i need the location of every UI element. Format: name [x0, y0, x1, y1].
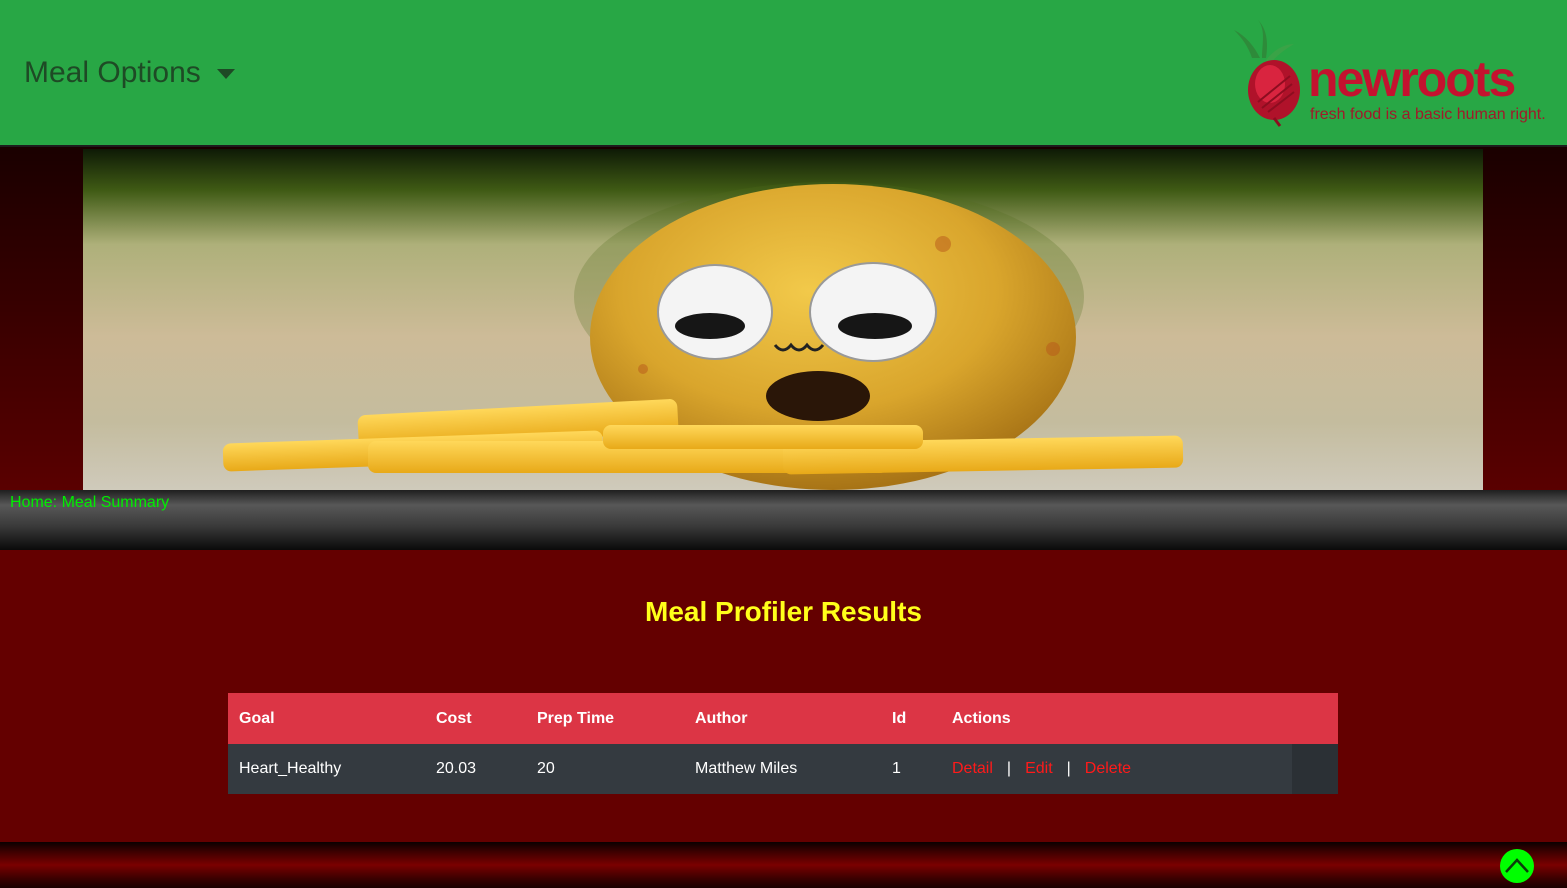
column-header-goal: Goal — [228, 693, 425, 744]
top-navbar: Meal Options newroots fresh food is a ba… — [0, 0, 1567, 145]
cell-actions: Detail | Edit | Delete — [941, 744, 1292, 794]
page-title: Meal Profiler Results — [645, 596, 922, 627]
logo-wordmark: newroots — [1308, 51, 1516, 107]
column-header-id: Id — [881, 693, 941, 744]
cell-cost: 20.03 — [425, 744, 526, 794]
breadcrumb-bar: Home: Meal Summary — [0, 490, 1567, 550]
column-header-cost: Cost — [425, 693, 526, 744]
breadcrumb[interactable]: Home: Meal Summary — [10, 494, 169, 512]
scroll-to-top-button[interactable] — [1500, 849, 1534, 883]
main-content: Meal Profiler Results Goal Cost Prep Tim… — [0, 550, 1567, 842]
hero-image — [83, 149, 1483, 490]
meal-options-label: Meal Options — [24, 56, 201, 89]
column-header-actions: Actions — [941, 693, 1338, 744]
delete-link[interactable]: Delete — [1085, 760, 1131, 777]
cell-id: 1 — [881, 744, 941, 794]
column-header-prep-time: Prep Time — [526, 693, 684, 744]
chevron-up-icon — [1505, 858, 1529, 873]
cell-goal: Heart_Healthy — [228, 744, 425, 794]
column-header-author: Author — [684, 693, 881, 744]
action-separator: | — [1066, 760, 1071, 777]
beet-icon — [1234, 20, 1300, 127]
cell-author: Matthew Miles — [684, 744, 881, 794]
newroots-logo[interactable]: newroots fresh food is a basic human rig… — [1222, 18, 1546, 133]
action-separator: | — [1006, 760, 1012, 777]
meal-options-dropdown[interactable]: Meal Options — [24, 56, 235, 90]
empty-cell — [1292, 744, 1338, 794]
footer-bar — [0, 842, 1567, 888]
caret-down-icon — [216, 69, 235, 79]
logo-tagline: fresh food is a basic human right. — [1310, 106, 1546, 123]
cell-prep-time: 20 — [526, 744, 684, 794]
results-table: Goal Cost Prep Time Author Id Actions He… — [228, 693, 1338, 794]
table-row: Heart_Healthy 20.03 20 Matthew Miles 1 D… — [228, 744, 1338, 794]
table-header-row: Goal Cost Prep Time Author Id Actions — [228, 693, 1338, 744]
detail-link[interactable]: Detail — [952, 760, 993, 777]
edit-link[interactable]: Edit — [1025, 760, 1053, 777]
